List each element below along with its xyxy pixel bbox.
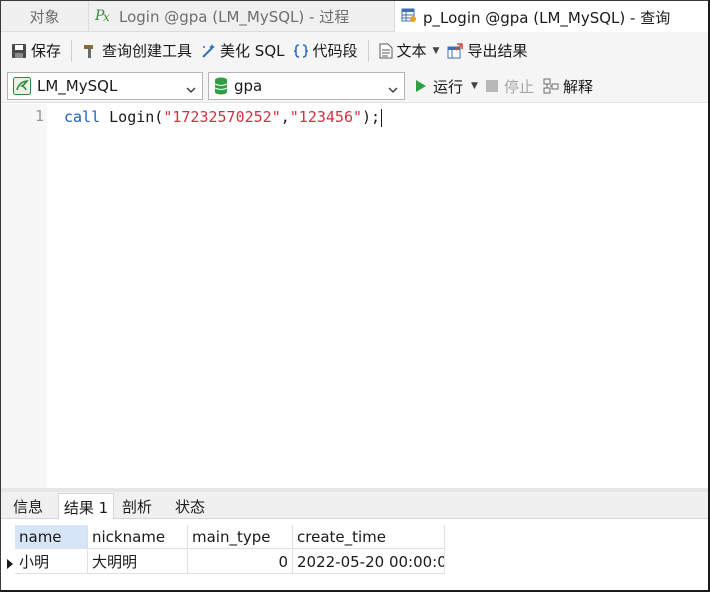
procedure-icon: Px: [94, 7, 113, 27]
explain-button[interactable]: 解释: [543, 73, 593, 99]
toolbar-divider: [367, 39, 369, 62]
sql-punctuation: );: [362, 108, 381, 126]
tab-procedure[interactable]: Px Login @gpa (LM_MySQL) - 过程: [89, 1, 395, 32]
save-icon: [11, 43, 27, 59]
chevron-down-icon: ▼: [432, 45, 440, 56]
run-button[interactable]: 运行 ▼: [415, 73, 478, 99]
save-button[interactable]: 保存: [7, 37, 65, 65]
sql-string: "123456": [289, 108, 363, 126]
database-icon: [214, 77, 228, 95]
column-header[interactable]: name: [15, 525, 88, 549]
code-snippet-button[interactable]: 代码段: [289, 37, 362, 65]
tab-bar: 对象 Px Login @gpa (LM_MySQL) - 过程 p_Login…: [1, 1, 708, 33]
chevron-down-icon: [186, 81, 196, 99]
stop-icon: [486, 80, 498, 92]
sql-keyword: call: [64, 108, 101, 126]
column-header[interactable]: main_type: [188, 525, 293, 549]
stop-button[interactable]: 停止: [486, 73, 534, 99]
tab-info[interactable]: 信息: [5, 493, 51, 519]
query-window: 对象 Px Login @gpa (LM_MySQL) - 过程 p_Login…: [0, 0, 710, 592]
chevron-down-icon: ▼: [471, 81, 478, 91]
beautify-sql-button[interactable]: 美化 SQL: [196, 37, 288, 65]
current-row-marker-icon: [7, 557, 13, 573]
explain-icon: [543, 78, 559, 94]
play-icon: [415, 79, 427, 93]
tab-status[interactable]: 状态: [167, 493, 213, 519]
line-number-gutter: 1: [1, 104, 47, 488]
tab-profile[interactable]: 剖析: [114, 493, 160, 519]
braces-icon: [293, 43, 309, 59]
table-cell[interactable]: 2022-05-20 00:00:00: [293, 550, 445, 574]
tab-query[interactable]: p_Login @gpa (LM_MySQL) - 查询: [395, 1, 708, 33]
editor-toolbar: 保存 查询创建工具 美化 SQL 代码段 文本 ▼ 导出结果: [1, 32, 708, 69]
chevron-down-icon: [388, 81, 398, 99]
sql-punctuation: ,: [280, 108, 290, 126]
database-select[interactable]: gpa: [208, 72, 405, 100]
tab-label: Login @gpa (LM_MySQL) - 过程: [119, 8, 350, 26]
sql-function: Login(: [100, 108, 164, 126]
document-icon: [379, 43, 393, 59]
export-results-button[interactable]: 导出结果: [443, 37, 531, 65]
query-icon: [401, 7, 417, 27]
tab-label: p_Login @gpa (LM_MySQL) - 查询: [423, 8, 671, 27]
code-line[interactable]: call Login("17232570252","123456");: [64, 107, 383, 127]
column-header[interactable]: nickname: [88, 525, 188, 549]
line-number: 1: [34, 107, 44, 125]
table-cell[interactable]: 小明: [15, 550, 88, 574]
connection-select[interactable]: LM_MySQL: [7, 72, 203, 100]
text-caret: [381, 108, 383, 127]
export-icon: [447, 42, 464, 59]
table-cell[interactable]: 0: [188, 550, 293, 574]
magic-wand-icon: [200, 43, 216, 59]
tab-objects[interactable]: 对象: [1, 1, 89, 32]
sql-editor[interactable]: 1 call Login("17232570252","123456");: [1, 104, 708, 488]
table-cell[interactable]: 大明明: [88, 550, 188, 574]
column-header[interactable]: create_time: [293, 525, 445, 549]
svg-text:x: x: [103, 10, 110, 23]
tab-result-1[interactable]: 结果 1: [58, 493, 114, 520]
connection-bar: LM_MySQL gpa 运行 ▼ 停止 解释: [1, 69, 708, 103]
toolbar-divider: [71, 39, 73, 62]
result-grid: name nickname main_type create_time 小明 大…: [1, 519, 708, 590]
query-builder-button[interactable]: 查询创建工具: [78, 37, 196, 65]
connection-icon: [13, 77, 31, 95]
text-mode-button[interactable]: 文本 ▼: [375, 37, 444, 65]
result-tabs: 信息 结果 1 剖析 状态: [1, 492, 708, 520]
sql-string: "17232570252": [163, 108, 281, 126]
tab-label: 对象: [29, 8, 60, 26]
hammer-icon: [82, 43, 98, 59]
